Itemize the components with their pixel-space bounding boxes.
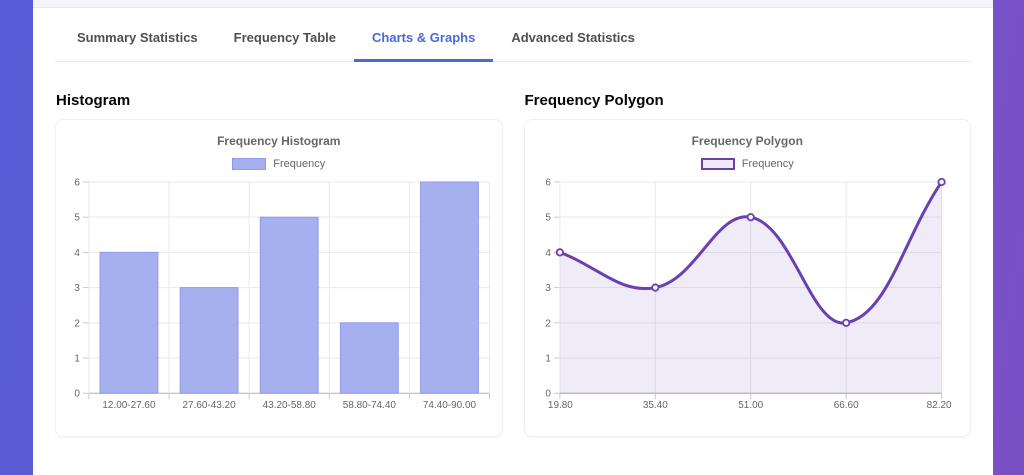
- histogram-legend-swatch: [232, 158, 266, 170]
- polygon-legend[interactable]: Frequency: [525, 158, 971, 170]
- x-axis-label: 58.80-74.40: [343, 400, 397, 411]
- y-axis-label: 1: [545, 354, 551, 365]
- y-axis-label: 1: [74, 354, 80, 365]
- tab-summary-statistics[interactable]: Summary Statistics: [59, 8, 216, 62]
- y-axis-label: 6: [545, 177, 551, 188]
- histogram-chart-title: Frequency Histogram: [56, 134, 502, 148]
- main-panel: Summary Statistics Frequency Table Chart…: [33, 0, 993, 475]
- y-axis-label: 3: [74, 283, 80, 294]
- x-axis-label: 74.40-90.00: [423, 400, 477, 411]
- charts-grid: Histogram Frequency Histogram Frequency …: [55, 92, 971, 437]
- polygon-legend-swatch: [701, 158, 735, 170]
- histogram-canvas[interactable]: 0 1 2 3 4 5 6 12.00-27.60 27.60-43.20 43.20-58.80…: [56, 172, 502, 417]
- y-axis-label: 2: [74, 318, 80, 329]
- x-axis-label: 51.00: [738, 400, 763, 411]
- frequency-polygon-section: Frequency Polygon Frequency Polygon Freq…: [524, 92, 972, 437]
- histogram-bar: [100, 252, 158, 393]
- x-axis-label: 12.00-27.60: [102, 400, 156, 411]
- frequency-polygon-card: Frequency Polygon Frequency 0 1 2 3 4 5 6 19.80…: [524, 119, 972, 437]
- x-axis-label: 35.40: [642, 400, 667, 411]
- histogram-bar: [340, 323, 398, 393]
- data-point: [842, 320, 848, 326]
- x-axis-label: 19.80: [547, 400, 572, 411]
- data-point: [556, 249, 562, 255]
- top-edge-strip: [33, 0, 993, 8]
- y-axis-label: 4: [545, 248, 551, 259]
- data-point: [747, 214, 753, 220]
- tab-frequency-table[interactable]: Frequency Table: [216, 8, 354, 62]
- y-axis-label: 0: [545, 389, 551, 400]
- x-axis-label: 66.60: [833, 400, 858, 411]
- histogram-heading: Histogram: [56, 92, 503, 109]
- histogram-legend-label: Frequency: [273, 158, 325, 170]
- x-axis-label: 27.60-43.20: [183, 400, 237, 411]
- data-point: [938, 179, 944, 185]
- y-axis-label: 4: [74, 248, 80, 259]
- histogram-card: Frequency Histogram Frequency 0 1 2 3 4 5 6 12.…: [55, 119, 503, 437]
- y-axis-label: 0: [74, 389, 80, 400]
- polygon-chart-title: Frequency Polygon: [525, 134, 971, 148]
- data-point: [652, 284, 658, 290]
- x-axis-label: 43.20-58.80: [263, 400, 317, 411]
- y-axis-label: 5: [545, 213, 551, 224]
- polygon-legend-label: Frequency: [742, 158, 794, 170]
- histogram-bar: [180, 288, 238, 394]
- tab-charts-graphs[interactable]: Charts & Graphs: [354, 8, 493, 62]
- histogram-section: Histogram Frequency Histogram Frequency …: [55, 92, 503, 437]
- polygon-canvas[interactable]: 0 1 2 3 4 5 6 19.80 35.40 51.00 66.60 82.20: [525, 172, 971, 417]
- y-axis-label: 3: [545, 283, 551, 294]
- frequency-polygon-heading: Frequency Polygon: [525, 92, 972, 109]
- y-axis-label: 6: [74, 177, 80, 188]
- histogram-bar: [260, 217, 318, 393]
- tab-bar: Summary Statistics Frequency Table Chart…: [55, 8, 971, 62]
- tab-advanced-statistics[interactable]: Advanced Statistics: [493, 8, 653, 62]
- histogram-legend[interactable]: Frequency: [56, 158, 502, 170]
- x-axis-label: 82.20: [926, 400, 951, 411]
- y-axis-label: 5: [74, 213, 80, 224]
- y-axis-label: 2: [545, 318, 551, 329]
- histogram-bar: [421, 182, 479, 393]
